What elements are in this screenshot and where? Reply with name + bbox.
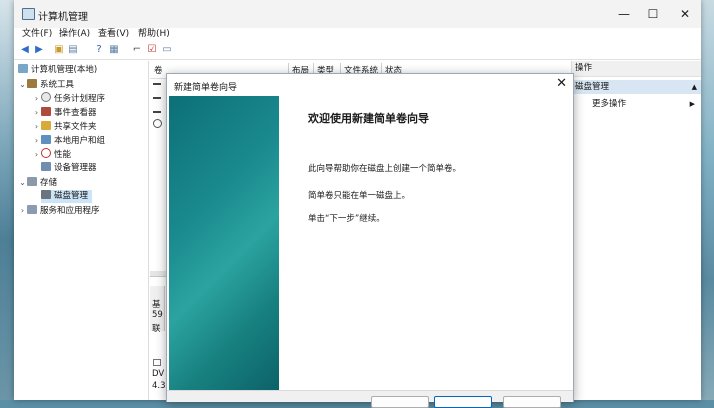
menu-view[interactable]: 查看(V) xyxy=(98,28,129,40)
collapse-up-icon: ▲ xyxy=(691,83,697,91)
menu-bar: 文件(F) 操作(A) 查看(V) 帮助(H) xyxy=(14,28,701,41)
cdrom-label: DV xyxy=(152,369,165,379)
tree-label: 磁盘管理 xyxy=(54,191,89,201)
menu-help[interactable]: 帮助(H) xyxy=(138,28,170,40)
toolbar: ◀ ▶ ▣ ▤ ? ▦ ⌐ ☑ ▭ xyxy=(14,41,701,60)
computer-icon xyxy=(18,64,28,73)
window-title: 计算机管理 xyxy=(38,12,88,23)
disk-icon xyxy=(41,190,51,199)
tree-item-system-tools[interactable]: ⌄ 系统工具 xyxy=(18,78,74,91)
tools-icon xyxy=(27,79,37,88)
shared-folder-icon xyxy=(41,121,51,130)
properties-icon[interactable]: ▭ xyxy=(161,44,173,56)
tree-item-device-manager[interactable]: 设备管理器 xyxy=(41,162,97,175)
tree-label: 系统工具 xyxy=(40,80,75,90)
tree-label: 共享文件夹 xyxy=(54,122,97,132)
tree-item-services-apps[interactable]: › 服务和应用程序 xyxy=(18,204,100,217)
cancel-button[interactable] xyxy=(503,396,561,408)
expand-arrow-icon[interactable]: › xyxy=(32,134,41,147)
tree-label: 本地用户和组 xyxy=(54,136,106,146)
show-hide-tree-icon[interactable]: ▤ xyxy=(67,44,79,56)
disk-0-status: 联 xyxy=(152,324,161,334)
next-button[interactable] xyxy=(434,396,492,408)
tree-label: 事件查看器 xyxy=(54,108,97,118)
disk-0-type: 基 xyxy=(152,300,161,310)
tree-item-storage[interactable]: ⌄ 存储 xyxy=(18,176,57,189)
tree-item-local-users[interactable]: › 本地用户和组 xyxy=(32,134,105,147)
event-viewer-icon xyxy=(41,107,51,116)
tree-label: 性能 xyxy=(54,150,72,160)
tree-item-event-viewer[interactable]: › 事件查看器 xyxy=(32,106,97,119)
up-folder-icon[interactable]: ▣ xyxy=(53,44,65,56)
wizard-button-bar xyxy=(167,390,573,408)
help-icon[interactable]: ? xyxy=(93,44,105,56)
services-icon xyxy=(27,205,37,214)
tree-item-task-scheduler[interactable]: › 任务计划程序 xyxy=(32,92,105,105)
performance-icon xyxy=(41,148,51,158)
tree-item-root[interactable]: 计算机管理(本地) xyxy=(18,64,97,77)
expand-arrow-icon[interactable]: › xyxy=(32,106,41,119)
wizard-banner-image xyxy=(169,96,279,401)
column-volume[interactable]: 卷 xyxy=(154,64,163,76)
volume-row-icon xyxy=(153,83,161,85)
tree-label: 计算机管理(本地) xyxy=(31,65,98,75)
forward-icon[interactable]: ▶ xyxy=(33,44,45,56)
actions-section-label: 磁盘管理 xyxy=(575,82,610,92)
disk-0-size: 59 xyxy=(152,310,163,320)
dvd-icon xyxy=(153,359,161,366)
cd-volume-icon xyxy=(153,119,162,128)
check-icon[interactable]: ☑ xyxy=(146,44,158,56)
tree-label: 服务和应用程序 xyxy=(40,206,100,216)
wizard-instruction: 单击“下一步”继续。 xyxy=(308,214,385,224)
back-button[interactable] xyxy=(371,396,429,408)
connect-icon[interactable]: ⌐ xyxy=(131,44,143,56)
actions-header: 操作 xyxy=(572,61,701,77)
expand-arrow-icon[interactable]: › xyxy=(18,204,27,217)
cdrom-size: 4.3 xyxy=(152,381,166,391)
tree-item-shared-folders[interactable]: › 共享文件夹 xyxy=(32,120,97,133)
volume-row-icon xyxy=(153,111,161,113)
expand-arrow-icon[interactable]: › xyxy=(32,148,41,161)
volume-row-icon xyxy=(153,97,161,99)
device-manager-icon xyxy=(41,162,51,171)
more-actions[interactable]: 更多操作 xyxy=(592,97,626,111)
collapse-arrow-icon[interactable]: ⌄ xyxy=(18,78,27,91)
computer-management-icon xyxy=(22,8,35,20)
wizard-note: 简单卷只能在单一磁盘上。 xyxy=(308,191,411,201)
expand-arrow-icon[interactable]: › xyxy=(32,92,41,105)
navigation-tree: 计算机管理(本地) ⌄ 系统工具 › 任务计划程序 › 事件查看器 › 共享文件夹 › 本… xyxy=(14,61,149,400)
minimize-button[interactable]: — xyxy=(609,4,639,24)
title-bar: 计算机管理 — ☐ ✕ xyxy=(14,0,701,28)
new-simple-volume-wizard: 新建简单卷向导 ✕ 欢迎使用新建简单卷向导 此向导帮助你在磁盘上创建一个简单卷。… xyxy=(166,73,574,408)
menu-file[interactable]: 文件(F) xyxy=(22,28,52,40)
tree-label: 存储 xyxy=(40,178,58,188)
tree-item-disk-management[interactable]: 磁盘管理 xyxy=(41,190,93,203)
clock-icon xyxy=(41,92,51,102)
tree-label: 任务计划程序 xyxy=(54,94,106,104)
expand-arrow-icon[interactable]: › xyxy=(32,120,41,133)
actions-pane: 操作 磁盘管理 ▲ 更多操作 ▶ xyxy=(571,61,701,400)
menu-action[interactable]: 操作(A) xyxy=(59,28,90,40)
wizard-heading: 欢迎使用新建简单卷向导 xyxy=(308,112,429,125)
view-icon[interactable]: ▦ xyxy=(108,44,120,56)
close-button[interactable]: ✕ xyxy=(670,4,700,24)
tree-item-performance[interactable]: › 性能 xyxy=(32,148,71,161)
wizard-title: 新建简单卷向导 xyxy=(174,83,238,93)
maximize-button[interactable]: ☐ xyxy=(638,4,668,24)
actions-section-disk-management[interactable]: 磁盘管理 ▲ xyxy=(572,80,701,94)
users-icon xyxy=(41,135,51,144)
storage-icon xyxy=(27,177,37,186)
tree-label: 设备管理器 xyxy=(54,163,97,173)
wizard-close-button[interactable]: ✕ xyxy=(556,76,567,92)
back-icon[interactable]: ◀ xyxy=(19,44,31,56)
wizard-description: 此向导帮助你在磁盘上创建一个简单卷。 xyxy=(308,164,462,174)
collapse-arrow-icon[interactable]: ⌄ xyxy=(18,176,27,189)
submenu-arrow-icon: ▶ xyxy=(689,100,695,108)
